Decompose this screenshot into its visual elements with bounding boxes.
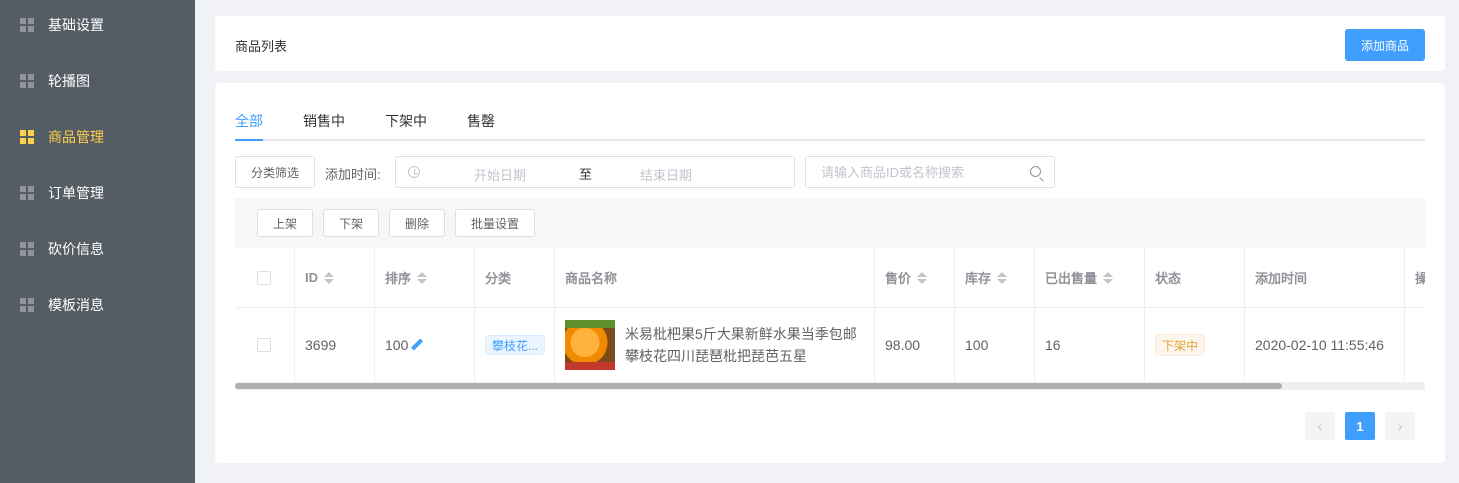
cell-added-time: 2020-02-10 11:55:46 — [1245, 308, 1405, 382]
sort-icon[interactable] — [417, 271, 428, 284]
header-select-cell — [235, 248, 295, 307]
search-input[interactable] — [807, 158, 1022, 186]
select-all-checkbox[interactable] — [257, 270, 271, 285]
column-header-status: 状态 — [1145, 248, 1245, 307]
column-header-category: 分类 — [475, 248, 555, 307]
batch-settings-button[interactable]: 批量设置 — [455, 209, 535, 237]
sidebar-item-label: 基础设置 — [48, 17, 104, 33]
column-header-sold[interactable]: 已出售量 — [1035, 248, 1145, 307]
sidebar-item-label: 商品管理 — [48, 129, 104, 145]
cell-actions — [1405, 308, 1425, 382]
row-select-cell — [235, 308, 295, 382]
page-header-card: 商品列表 添加商品 — [215, 16, 1445, 71]
tab-on-sale[interactable]: 销售中 — [303, 111, 345, 141]
date-range-picker[interactable]: 开始日期 至 结束日期 — [395, 156, 795, 188]
sort-icon[interactable] — [997, 271, 1008, 284]
column-header-added-time: 添加时间 — [1245, 248, 1405, 307]
column-header-sort[interactable]: 排序 — [375, 248, 475, 307]
sidebar: 基础设置 轮播图 商品管理 订单管理 砍价信息 模板消息 — [0, 0, 195, 483]
grid-icon — [20, 130, 34, 144]
status-badge: 下架中 — [1155, 334, 1206, 356]
add-product-button[interactable]: 添加商品 — [1345, 29, 1425, 61]
scrollbar-thumb[interactable] — [235, 383, 1282, 389]
sort-icon[interactable] — [324, 271, 334, 284]
cell-id: 3699 — [295, 308, 375, 382]
cell-sold: 16 — [1035, 308, 1145, 382]
sidebar-item-basic-settings[interactable]: 基础设置 — [0, 0, 195, 53]
product-thumbnail[interactable] — [565, 320, 615, 370]
tab-off-shelf[interactable]: 下架中 — [385, 111, 427, 141]
row-checkbox[interactable] — [257, 338, 271, 352]
sidebar-item-label: 模板消息 — [48, 297, 104, 313]
add-time-label: 添加时间: — [325, 167, 381, 182]
cell-category: 攀枝花... — [475, 308, 555, 382]
cell-stock: 100 — [955, 308, 1035, 382]
sidebar-item-template-messages[interactable]: 模板消息 — [0, 277, 195, 333]
category-tag: 攀枝花... — [485, 335, 545, 355]
grid-icon — [20, 18, 34, 32]
column-header-id[interactable]: ID — [295, 248, 375, 307]
active-tab-indicator — [235, 139, 263, 141]
sort-icon[interactable] — [1103, 271, 1114, 284]
search-box — [805, 156, 1055, 188]
column-header-price[interactable]: 售价 — [875, 248, 955, 307]
page-number-1[interactable]: 1 — [1345, 412, 1375, 440]
sidebar-item-carousel[interactable]: 轮播图 — [0, 53, 195, 109]
table-toolbar: 上架 下架 删除 批量设置 — [235, 198, 1425, 248]
sort-icon[interactable] — [917, 271, 928, 284]
edit-icon[interactable] — [410, 339, 422, 351]
cell-sort: 100 — [375, 308, 475, 382]
category-filter-button[interactable]: 分类筛选 — [235, 156, 315, 188]
cell-product-name: 米易枇杷果5斤大果新鲜水果当季包邮攀枝花四川琵琶枇把琵芭五星 — [555, 308, 875, 382]
off-shelf-button[interactable]: 下架 — [323, 209, 379, 237]
sidebar-item-product-management[interactable]: 商品管理 — [0, 109, 195, 165]
grid-icon — [20, 74, 34, 88]
delete-button[interactable]: 删除 — [389, 209, 445, 237]
grid-icon — [20, 298, 34, 312]
cell-price: 98.00 — [875, 308, 955, 382]
table-header: ID 排序 分类 商品名称 售价 库存 已出售量 状态 添加时间 操 — [235, 248, 1425, 308]
grid-icon — [20, 186, 34, 200]
tab-all[interactable]: 全部 — [235, 111, 263, 141]
start-date-input[interactable]: 开始日期 — [474, 165, 526, 184]
cell-status: 下架中 — [1145, 308, 1245, 382]
column-header-actions: 操 — [1405, 248, 1425, 307]
search-icon[interactable] — [1030, 166, 1041, 177]
product-name: 米易枇杷果5斤大果新鲜水果当季包邮攀枝花四川琵琶枇把琵芭五星 — [625, 326, 857, 364]
end-date-input[interactable]: 结束日期 — [640, 165, 692, 184]
horizontal-scrollbar[interactable] — [235, 382, 1425, 390]
product-table: 上架 下架 删除 批量设置 ID 排序 分类 商品名称 售价 库存 已出售量 状… — [235, 198, 1425, 392]
product-list-card: 全部 销售中 下架中 售罄 分类筛选 添加时间: 开始日期 至 结束日期 上架 … — [215, 83, 1445, 463]
status-tabs: 全部 销售中 下架中 售罄 — [235, 111, 1425, 141]
sidebar-item-label: 订单管理 — [48, 185, 104, 201]
clock-icon — [408, 166, 420, 178]
sidebar-item-bargain-info[interactable]: 砍价信息 — [0, 221, 195, 277]
column-header-name: 商品名称 — [555, 248, 875, 307]
on-shelf-button[interactable]: 上架 — [257, 209, 313, 237]
column-header-stock[interactable]: 库存 — [955, 248, 1035, 307]
table-row: 3699 100 攀枝花... 米易枇杷果5斤大果新鲜水果当季包邮攀枝花四川琵琶… — [235, 308, 1425, 382]
sidebar-item-label: 轮播图 — [48, 73, 90, 89]
range-separator: 至 — [579, 167, 593, 182]
prev-page-button[interactable]: ‹ — [1305, 412, 1335, 440]
sidebar-item-order-management[interactable]: 订单管理 — [0, 165, 195, 221]
tab-sold-out[interactable]: 售罄 — [467, 111, 495, 141]
sidebar-item-label: 砍价信息 — [48, 241, 104, 257]
grid-icon — [20, 242, 34, 256]
next-page-button[interactable]: › — [1385, 412, 1415, 440]
page-title: 商品列表 — [235, 39, 288, 54]
